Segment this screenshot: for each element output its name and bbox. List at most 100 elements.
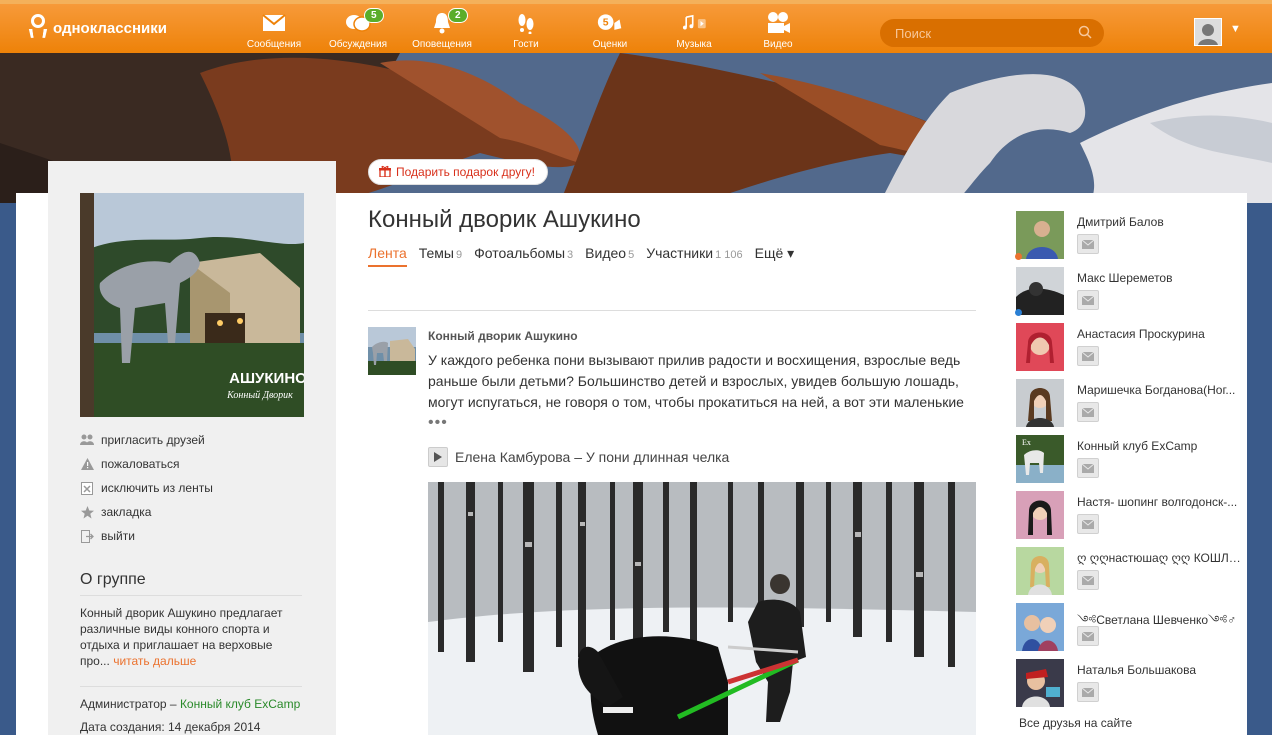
message-icon[interactable] [1077,626,1099,646]
tab-feed[interactable]: Лента [368,245,407,267]
list-item[interactable]: Маришечка Богданова(Ног... [1016,379,1246,435]
friend-name[interactable]: Настя- шопинг волгодонск-... [1077,495,1245,509]
list-item[interactable]: Настя- шопинг волгодонск-... [1016,491,1246,547]
group-avatar[interactable]: АШУКИНО Конный Дворик [80,193,304,417]
online-status-dot [1015,253,1022,260]
report-action[interactable]: пожаловаться [80,452,213,476]
friend-name[interactable]: Конный клуб ExCamp [1077,439,1245,453]
people-icon [80,433,94,447]
read-more-link[interactable]: читать дальше [113,654,196,668]
divider [368,310,976,311]
nav-video[interactable]: Видео [736,4,820,53]
top-bar: одноклассники Сообщения 5 Обсуждения 2 О… [0,0,1272,53]
friend-name[interactable]: Дмитрий Балов [1077,215,1245,229]
action-label: закладка [101,505,152,519]
action-label: пригласить друзей [101,433,205,447]
friend-name[interactable]: Анастасия Проскурина [1077,327,1245,341]
list-item[interactable]: ༺Светлана Шевченко༺♂ [1016,603,1246,659]
photo-caption-sub: Конный Дворик [226,390,293,401]
exit-icon [80,529,94,543]
search-icon[interactable] [1078,25,1092,39]
avatar[interactable] [1016,267,1064,315]
message-icon[interactable] [1077,514,1099,534]
about-heading: О группе [80,571,146,588]
tab-label: Темы [418,245,454,261]
nav-messages[interactable]: Сообщения [232,4,316,53]
tab-more[interactable]: Ещё ▾ [755,245,795,267]
all-friends-link[interactable]: Все друзья на сайте [1019,716,1132,730]
gift-icon [379,165,391,180]
nav-ratings[interactable]: 5 Оценки [568,4,652,53]
action-label: исключить из ленты [101,481,213,495]
nav-guests[interactable]: Гости [484,4,568,53]
message-icon[interactable] [1077,458,1099,478]
music-note-icon [681,10,707,36]
bookmark-action[interactable]: закладка [80,500,213,524]
gift-button[interactable]: Подарить подарок другу! [368,159,548,185]
footprints-icon [513,10,539,36]
photo-caption: АШУКИНО [229,370,304,387]
post-text: У каждого ребенка пони вызывают прилив р… [428,352,964,410]
friend-name[interactable]: ღ ღღнастюшаღ ღღ КОШЛЯ... [1077,551,1245,565]
logo-text: одноклассники [53,19,167,37]
post-author[interactable]: Конный дворик Ашукино [428,329,578,343]
avatar[interactable] [1016,547,1064,595]
search-input[interactable] [880,19,1104,47]
tab-count: 1 106 [715,249,743,261]
user-avatar[interactable] [1194,18,1222,46]
tab-label: Ещё ▾ [754,245,795,261]
tab-video[interactable]: Видео 5 [585,245,634,267]
friend-name[interactable]: Макс Шереметов [1077,271,1245,285]
tab-count: 3 [567,249,574,261]
list-item[interactable]: Анастасия Проскурина [1016,323,1246,379]
message-icon[interactable] [1077,570,1099,590]
nav-music[interactable]: Музыка [652,4,736,53]
message-icon[interactable] [1077,682,1099,702]
avatar[interactable] [1016,323,1064,371]
leave-group-action[interactable]: выйти [80,524,213,548]
message-icon[interactable] [1077,234,1099,254]
list-item[interactable]: Дмитрий Балов [1015,211,1246,267]
avatar[interactable]: Ex [1016,435,1064,483]
tab-label: Видео [585,245,627,261]
audio-track[interactable]: Елена Камбурова – У пони длинная челка [428,447,729,467]
list-item[interactable]: Наталья Большакова [1016,659,1246,715]
divider [80,595,302,596]
message-icon[interactable] [1077,290,1099,310]
friends-list: Дмитрий Балов Макс Шереметов Анастасия П… [1015,211,1246,715]
list-item[interactable]: Макс Шереметов [1015,267,1246,323]
invite-friends-action[interactable]: пригласить друзей [80,428,213,452]
envelope-icon [261,10,287,36]
avatar[interactable] [1016,379,1064,427]
list-item[interactable]: ღ ღღнастюшаღ ღღ КОШЛЯ... [1016,547,1246,603]
message-icon[interactable] [1077,346,1099,366]
svg-text:Ex: Ex [1022,438,1031,447]
expand-post-button[interactable]: ••• [428,414,448,432]
avatar[interactable] [1016,211,1064,259]
avatar[interactable] [1016,659,1064,707]
tab-topics[interactable]: Темы 9 [419,245,462,267]
admin-link[interactable]: Конный клуб ExCamp [180,697,300,711]
tab-photo-albums[interactable]: Фотоальбомы 3 [474,245,573,267]
avatar[interactable] [1016,491,1064,539]
notifications-badge: 2 [448,8,468,23]
message-icon[interactable] [1077,402,1099,422]
friend-name[interactable]: Наталья Большакова [1077,663,1245,677]
list-item[interactable]: Ex Конный клуб ExCamp [1016,435,1246,491]
gift-label: Подарить подарок другу! [396,165,535,179]
post-photo[interactable] [428,482,976,735]
avatar[interactable] [1016,603,1064,651]
tab-label: Фотоальбомы [474,245,566,261]
site-logo[interactable]: одноклассники [28,14,167,42]
nav-label: Оповещения [412,39,472,50]
post-author-avatar[interactable] [368,327,416,375]
play-icon[interactable] [428,447,448,467]
friend-name[interactable]: ༺Светлана Шевченко༺♂ [1077,607,1245,641]
exclude-from-feed-action[interactable]: исключить из ленты [80,476,213,500]
user-menu-arrow-icon[interactable]: ▼ [1230,23,1241,35]
nav-notifications[interactable]: 2 Оповещения [400,4,484,53]
friend-name[interactable]: Маришечка Богданова(Ног... [1077,383,1245,397]
svg-text:5: 5 [603,18,609,29]
tab-members[interactable]: Участники 1 106 [646,245,742,267]
nav-discussions[interactable]: 5 Обсуждения [316,4,400,53]
